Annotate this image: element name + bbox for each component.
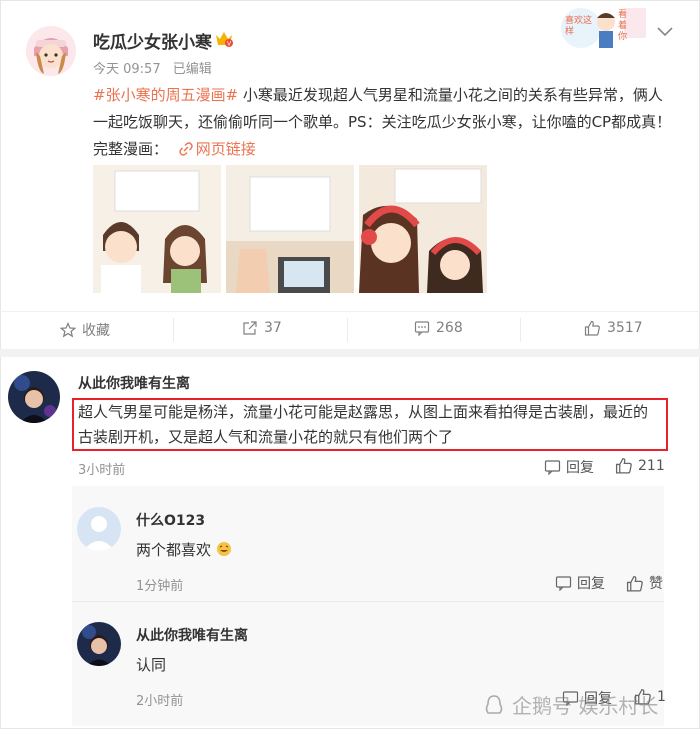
reply-reply-button-1[interactable]: 回复 <box>555 573 605 593</box>
section-divider <box>0 349 700 357</box>
reply-name-1[interactable]: 什么O123 <box>136 510 205 530</box>
post-time[interactable]: 今天 09:57 <box>93 62 161 77</box>
favorite-button[interactable]: 收藏 <box>60 320 110 340</box>
reply-label: 回复 <box>566 460 594 476</box>
reply-divider <box>72 601 664 602</box>
reply-like-label-1: 赞 <box>649 576 663 592</box>
author-name[interactable]: 吃瓜少女张小寒 <box>93 28 212 53</box>
reply-time-2: 2小时前 <box>136 694 184 709</box>
like-count: 3517 <box>607 320 643 336</box>
topic-tag[interactable]: #张小寒的周五漫画# <box>93 86 238 104</box>
comic-image-3[interactable] <box>359 165 487 293</box>
thumbs-up-icon <box>584 320 600 336</box>
post-meta: 今天 09:57 已编辑 <box>93 58 220 77</box>
share-count: 37 <box>264 320 282 336</box>
watermark: 企鹅号 娱乐村长 <box>482 690 658 719</box>
penguin-logo-icon <box>485 694 503 714</box>
vip-crown-icon: V <box>214 30 234 48</box>
comment-like-button[interactable]: 211 <box>615 457 665 474</box>
commenter-avatar[interactable] <box>8 371 60 423</box>
comment-text-line1: 超人气男星可能是杨洋，流量小花可能是赵露思，从图上面来看拍得是古装剧，最近的 <box>78 403 649 421</box>
edited-label: 已编辑 <box>172 62 212 77</box>
divider <box>520 318 521 342</box>
comment-like-count: 211 <box>638 457 665 474</box>
like-button[interactable]: 3517 <box>584 320 643 336</box>
comment-icon <box>544 460 561 475</box>
reply-button[interactable]: 回复 <box>544 457 594 477</box>
sticker-text-right: 看着你 <box>618 10 628 42</box>
chevron-down-icon[interactable] <box>656 22 674 37</box>
share-icon <box>243 321 257 335</box>
comic-image-1[interactable] <box>93 165 221 293</box>
comment-icon <box>414 321 430 336</box>
commenter-name[interactable]: 从此你我唯有生离 <box>78 373 190 393</box>
reply-reply-label-1: 回复 <box>577 576 605 592</box>
post-body: #张小寒的周五漫画# 小寒最近发现超人气男星和流量小花之间的关系有些异常，俩人一… <box>93 82 673 163</box>
sticker-text-left: 喜欢这样 <box>565 16 593 37</box>
web-link-label: 网页链接 <box>195 140 256 158</box>
divider <box>347 318 348 342</box>
divider <box>173 318 174 342</box>
reply-avatar-2[interactable] <box>77 622 121 666</box>
comic-image-2[interactable] <box>226 165 354 293</box>
comment-count: 268 <box>436 320 463 336</box>
reply-like-button-1[interactable]: 赞 <box>626 573 663 593</box>
favorite-label: 收藏 <box>82 323 110 339</box>
thumbs-up-icon <box>615 457 632 474</box>
watermark-text: 企鹅号 娱乐村长 <box>512 694 659 718</box>
reply-text-2: 认同 <box>136 656 167 674</box>
reply-text-1-content: 两个都喜欢 <box>136 541 212 559</box>
reply-avatar-1[interactable] <box>77 507 121 551</box>
comment-time: 3小时前 <box>78 463 126 478</box>
author-avatar[interactable] <box>26 26 76 76</box>
link-icon <box>179 142 193 156</box>
thumbs-up-icon <box>626 575 643 592</box>
comment-button[interactable]: 268 <box>414 320 463 336</box>
post-action-bar: 收藏 37 268 3517 <box>0 311 700 347</box>
web-link[interactable]: 网页链接 <box>173 140 256 158</box>
reply-time-1: 1分钟前 <box>136 579 184 594</box>
reply-name-2[interactable]: 从此你我唯有生离 <box>136 625 248 645</box>
star-icon <box>60 322 76 338</box>
comment-text-line2: 古装剧开机，又是超人气和流量小花的就只有他们两个了 <box>78 428 454 446</box>
reply-text-1: 两个都喜欢 <box>136 538 232 563</box>
emoji-grin-icon <box>216 542 231 556</box>
comment-icon <box>555 576 572 591</box>
share-button[interactable]: 37 <box>242 320 282 336</box>
